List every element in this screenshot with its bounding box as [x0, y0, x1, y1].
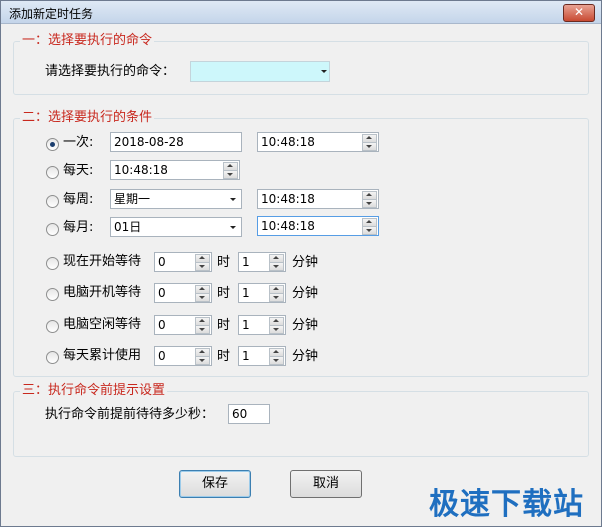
- wait-idle-label: 电脑空闲等待: [63, 317, 142, 332]
- daily-time-field[interactable]: 10:48:18: [110, 160, 240, 180]
- hours-unit-label: 时: [217, 286, 231, 301]
- once-time-spinner[interactable]: [362, 134, 377, 151]
- condition-group: 二：选择要执行的条件: [13, 110, 589, 377]
- once-date-field[interactable]: 2018-08-28: [110, 132, 242, 152]
- monthly-radio[interactable]: [46, 223, 59, 236]
- spin-down-icon[interactable]: [269, 325, 284, 334]
- wait-now-minutes[interactable]: 1: [238, 252, 286, 272]
- spin-down-icon[interactable]: [269, 356, 284, 365]
- monthly-time-spinner[interactable]: [362, 218, 377, 235]
- minutes-unit-label: 分钟: [292, 349, 319, 364]
- condition-group-title: 二：选择要执行的条件: [20, 110, 155, 126]
- hours-spinner[interactable]: [195, 348, 210, 365]
- spin-down-icon[interactable]: [195, 325, 210, 334]
- watermark-logo: 极速下载站: [429, 487, 584, 522]
- chevron-down-icon: [321, 70, 327, 73]
- wait-boot-hours[interactable]: 0: [154, 283, 212, 303]
- wait-boot-minutes[interactable]: 1: [238, 283, 286, 303]
- monthly-time-field[interactable]: 10:48:18: [257, 216, 379, 236]
- minutes-spinner[interactable]: [269, 254, 284, 271]
- hours-unit-label: 时: [217, 349, 231, 364]
- weekly-time-spinner[interactable]: [362, 191, 377, 208]
- wait-now-radio[interactable]: [46, 257, 59, 270]
- wait-idle-radio[interactable]: [46, 320, 59, 333]
- spin-down-icon[interactable]: [362, 199, 377, 208]
- wait-now-hours[interactable]: 0: [154, 252, 212, 272]
- weekly-day-select[interactable]: 星期一: [110, 189, 242, 209]
- monthly-label: 每月:: [63, 220, 94, 235]
- hours-unit-label: 时: [217, 318, 231, 333]
- minutes-unit-label: 分钟: [292, 286, 319, 301]
- weekly-label: 每周:: [63, 192, 94, 207]
- chevron-down-icon: [230, 198, 236, 201]
- minutes-unit-label: 分钟: [292, 318, 319, 333]
- spin-down-icon[interactable]: [195, 356, 210, 365]
- prompt-group: 三：执行命令前提示设置: [13, 383, 589, 457]
- once-radio[interactable]: [46, 138, 59, 151]
- wait-now-label: 现在开始等待: [63, 254, 142, 269]
- wait-idle-hours[interactable]: 0: [154, 315, 212, 335]
- daily-label: 每天:: [63, 163, 94, 178]
- window-title: 添加新定时任务: [9, 7, 94, 21]
- spin-down-icon[interactable]: [195, 262, 210, 271]
- cancel-button[interactable]: 取消: [290, 470, 362, 498]
- command-group-title: 一：选择要执行的命令: [20, 33, 155, 49]
- save-button[interactable]: 保存: [179, 470, 251, 498]
- spin-down-icon[interactable]: [223, 170, 238, 179]
- command-select[interactable]: [190, 61, 330, 82]
- daily-time-spinner[interactable]: [223, 162, 238, 179]
- monthly-day-select[interactable]: 01日: [110, 217, 242, 237]
- wait-usage-label: 每天累计使用: [63, 348, 142, 363]
- minutes-spinner[interactable]: [269, 285, 284, 302]
- wait-usage-radio[interactable]: [46, 351, 59, 364]
- chevron-down-icon: [230, 226, 236, 229]
- once-time-field[interactable]: 10:48:18: [257, 132, 379, 152]
- wait-usage-hours[interactable]: 0: [154, 346, 212, 366]
- daily-radio[interactable]: [46, 166, 59, 179]
- spin-down-icon[interactable]: [269, 293, 284, 302]
- close-button[interactable]: ✕: [563, 4, 595, 22]
- hours-spinner[interactable]: [195, 254, 210, 271]
- once-label: 一次:: [63, 135, 94, 150]
- command-prompt-label: 请选择要执行的命令：: [45, 64, 176, 79]
- wait-usage-minutes[interactable]: 1: [238, 346, 286, 366]
- wait-idle-minutes[interactable]: 1: [238, 315, 286, 335]
- hours-spinner[interactable]: [195, 285, 210, 302]
- spin-down-icon[interactable]: [195, 293, 210, 302]
- dialog-window: 添加新定时任务 ✕ 一：选择要执行的命令 请选择要执行的命令： 二：选择要执行的…: [0, 0, 602, 527]
- spin-down-icon[interactable]: [362, 142, 377, 151]
- weekly-radio[interactable]: [46, 195, 59, 208]
- title-bar[interactable]: 添加新定时任务 ✕: [1, 1, 601, 24]
- prompt-seconds-field[interactable]: 60: [228, 404, 270, 424]
- minutes-spinner[interactable]: [269, 317, 284, 334]
- minutes-unit-label: 分钟: [292, 255, 319, 270]
- prompt-group-title: 三：执行命令前提示设置: [20, 383, 168, 399]
- spin-down-icon[interactable]: [269, 262, 284, 271]
- spin-down-icon[interactable]: [362, 226, 377, 235]
- minutes-spinner[interactable]: [269, 348, 284, 365]
- prompt-seconds-label: 执行命令前提前待待多少秒：: [45, 407, 215, 422]
- hours-spinner[interactable]: [195, 317, 210, 334]
- hours-unit-label: 时: [217, 255, 231, 270]
- wait-boot-label: 电脑开机等待: [63, 285, 142, 300]
- wait-boot-radio[interactable]: [46, 288, 59, 301]
- weekly-time-field[interactable]: 10:48:18: [257, 189, 379, 209]
